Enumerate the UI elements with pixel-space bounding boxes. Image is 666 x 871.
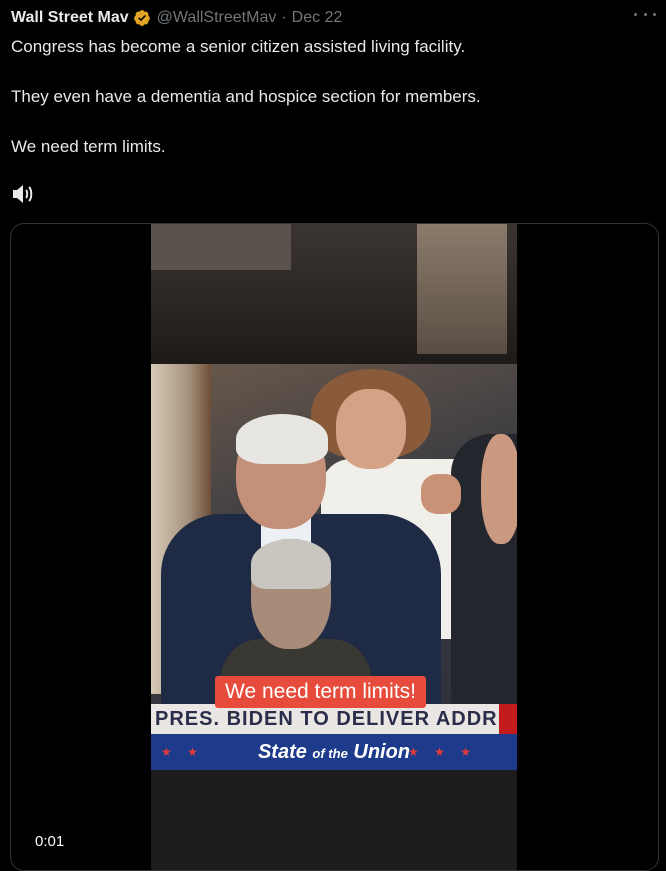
more-options-icon[interactable] [634,4,656,24]
ticker-text: PRES. BIDEN TO DELIVER ADDRESS [151,704,517,734]
separator-dot: · [281,9,287,26]
video-player[interactable]: PRES. BIDEN TO DELIVER ADDRESS ★ ★ State… [10,223,659,871]
tweet-paragraph: They even have a dementia and hospice se… [11,87,481,106]
video-frame[interactable]: PRES. BIDEN TO DELIVER ADDRESS ★ ★ State… [151,224,517,870]
video-caption: We need term limits! [215,676,426,708]
video-timestamp: 0:01 [35,833,65,850]
network-logo [499,704,517,734]
news-banner: PRES. BIDEN TO DELIVER ADDRESS ★ ★ State… [151,704,517,770]
stars-right: ★ ★ ★ [408,745,477,759]
author-handle[interactable]: @WallStreetMav [157,9,277,27]
person-head [481,434,517,544]
tweet-paragraph: We need term limits. [11,137,166,156]
person-gray-hair [251,539,331,589]
tv-screen: PRES. BIDEN TO DELIVER ADDRESS ★ ★ State… [151,364,517,770]
hand [421,474,461,514]
tweet-date[interactable]: Dec 22 [292,9,343,27]
verified-badge-icon[interactable] [133,9,151,27]
tweet-header: Wall Street Mav @WallStreetMav · Dec 22 [11,6,656,30]
tweet-text: Congress has become a senior citizen ass… [11,35,641,185]
person-white-hair [236,414,328,464]
person-face [336,389,406,469]
tv-bezel [151,770,517,870]
author-name[interactable]: Wall Street Mav [11,9,129,27]
room-light [151,224,291,270]
tweet-paragraph: Congress has become a senior citizen ass… [11,37,466,56]
ceiling-beam [417,224,507,354]
speaker-icon[interactable] [12,183,36,205]
